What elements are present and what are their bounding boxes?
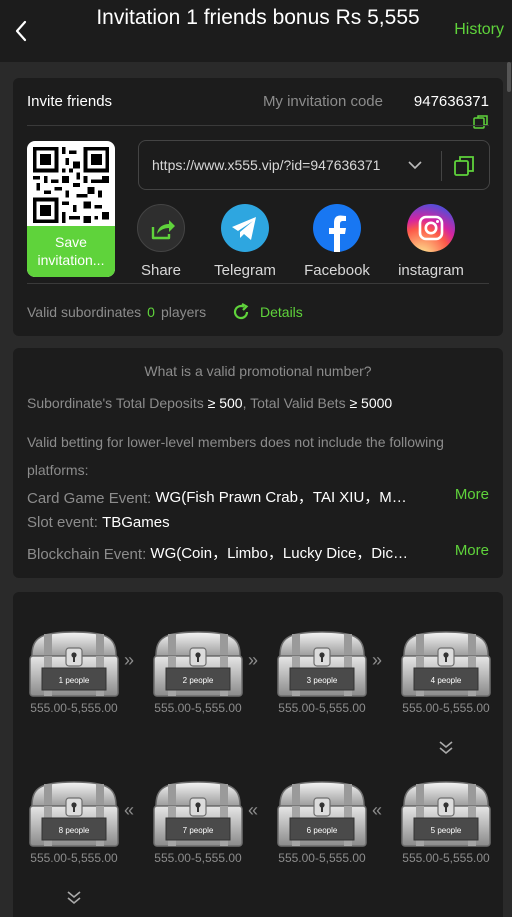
- double-chevron-right-icon: »: [248, 650, 258, 670]
- chevron-down-icon[interactable]: [407, 157, 423, 173]
- more-link[interactable]: More: [455, 486, 489, 503]
- invite-card: Invite friends My invitation code 947636…: [13, 78, 503, 336]
- deposits-value: ≥ 500: [207, 395, 243, 411]
- share-label: Share: [140, 262, 182, 279]
- refresh-icon[interactable]: [231, 302, 251, 322]
- history-link[interactable]: History: [454, 21, 504, 39]
- facebook-button[interactable]: Facebook: [297, 204, 377, 279]
- event-value: WG(Coin，Limbo，Lucky Dice，Dic…: [150, 545, 408, 562]
- chest-people-label: 3 people: [307, 676, 338, 685]
- treasure-chest-icon: 6 people: [277, 781, 367, 847]
- chest-people-label: 1 people: [59, 676, 90, 685]
- treasure-chest-icon: 8 people: [29, 781, 119, 847]
- chest-amount: 555.00-5,555.00: [278, 851, 366, 865]
- chest-reward-7[interactable]: 7 people 555.00-5,555.00: [150, 774, 246, 865]
- treasure-chest-icon: 3 people: [277, 631, 367, 697]
- instagram-icon: [407, 204, 455, 252]
- treasure-chest-icon: 4 people: [401, 631, 491, 697]
- rules-card: What is a valid promotional number? Subo…: [13, 348, 503, 578]
- chest-reward-1[interactable]: 1 people 555.00-5,555.00: [26, 624, 122, 715]
- chest-people-label: 2 people: [183, 676, 214, 685]
- chest-reward-8[interactable]: 8 people 555.00-5,555.00: [26, 774, 122, 865]
- valid-subordinates: Valid subordinates 0 players: [27, 304, 206, 320]
- invite-friends-label: Invite friends: [27, 93, 113, 110]
- bets-label: Total Valid Bets: [250, 395, 346, 411]
- instagram-label: instagram: [398, 262, 464, 279]
- valid-criteria: Subordinate's Total Deposits ≥ 500, Tota…: [27, 395, 393, 411]
- double-chevron-left-icon: «: [124, 800, 134, 820]
- details-link[interactable]: Details: [260, 304, 303, 320]
- chest-people-label: 8 people: [59, 826, 90, 835]
- chest-amount: 555.00-5,555.00: [30, 701, 118, 715]
- page-title: Invitation 1 friends bonus Rs 5,555: [96, 6, 420, 29]
- chest-amount: 555.00-5,555.00: [402, 851, 490, 865]
- chest-people-label: 5 people: [431, 826, 462, 835]
- chest-rewards-card: 1 people 555.00-5,555.00 » 2 people 555.…: [13, 592, 503, 917]
- treasure-chest-icon: 1 people: [29, 631, 119, 697]
- facebook-icon: [313, 204, 361, 252]
- valid-subordinates-unit: players: [160, 304, 207, 320]
- invitation-code-label: My invitation code: [262, 93, 383, 110]
- treasure-chest-icon: 5 people: [401, 781, 491, 847]
- event-label: Blockchain Event:: [27, 546, 147, 563]
- chest-reward-6[interactable]: 6 people 555.00-5,555.00: [274, 774, 370, 865]
- treasure-chest-icon: 2 people: [153, 631, 243, 697]
- telegram-icon: [221, 204, 269, 252]
- deposits-label: Subordinate's Total Deposits: [27, 395, 204, 411]
- chest-amount: 555.00-5,555.00: [278, 701, 366, 715]
- double-chevron-down-icon: [67, 891, 81, 905]
- slot-event: Slot event: TBGames: [27, 514, 170, 531]
- facebook-label: Facebook: [304, 262, 370, 279]
- chest-reward-3[interactable]: 3 people 555.00-5,555.00: [274, 624, 370, 715]
- divider: [27, 125, 489, 126]
- chevron-left-icon[interactable]: [10, 18, 34, 44]
- chest-reward-2[interactable]: 2 people 555.00-5,555.00: [150, 624, 246, 715]
- chest-people-label: 4 people: [431, 676, 462, 685]
- chest-people-label: 7 people: [183, 826, 214, 835]
- invite-link-text: https://www.x555.vip/?id=947636371: [152, 157, 381, 173]
- more-link[interactable]: More: [455, 542, 489, 559]
- blockchain-event: Blockchain Event: WG(Coin，Limbo，Lucky Di…: [27, 542, 408, 563]
- save-invitation-button[interactable]: Save invitation...: [27, 226, 115, 277]
- bets-value: ≥ 5000: [349, 395, 393, 411]
- valid-number-question: What is a valid promotional number?: [144, 363, 372, 379]
- double-chevron-left-icon: «: [248, 800, 258, 820]
- event-value: WG(Fish Prawn Crab，TAI XIU，M…: [155, 489, 407, 506]
- double-chevron-left-icon: «: [372, 800, 382, 820]
- double-chevron-right-icon: »: [124, 650, 134, 670]
- header-bar: Invitation 1 friends bonus Rs 5,555 Hist…: [0, 0, 512, 62]
- telegram-label: Telegram: [214, 262, 276, 279]
- double-chevron-right-icon: »: [372, 650, 382, 670]
- copy-icon[interactable]: [453, 155, 475, 177]
- qr-code-image: [33, 147, 109, 223]
- share-button[interactable]: Share: [121, 204, 201, 279]
- card-game-event: Card Game Event: WG(Fish Prawn Crab，TAI …: [27, 486, 407, 507]
- telegram-button[interactable]: Telegram: [205, 204, 285, 279]
- invite-link-field[interactable]: https://www.x555.vip/?id=947636371: [138, 140, 490, 190]
- event-value: TBGames: [102, 514, 170, 531]
- scrollbar-track[interactable]: [506, 62, 512, 917]
- copy-icon[interactable]: [473, 114, 489, 130]
- scrollbar-thumb[interactable]: [507, 62, 511, 92]
- chest-people-label: 6 people: [307, 826, 338, 835]
- qr-code-box: Save invitation...: [27, 141, 115, 277]
- double-chevron-down-icon: [439, 741, 453, 755]
- treasure-chest-icon: 7 people: [153, 781, 243, 847]
- share-icon: [137, 204, 185, 252]
- valid-subordinates-count: 0: [147, 304, 155, 320]
- invitation-code-value: 947636371: [413, 93, 489, 110]
- valid-subordinates-label: Valid subordinates: [27, 304, 142, 320]
- chest-amount: 555.00-5,555.00: [402, 701, 490, 715]
- instagram-button[interactable]: instagram: [391, 204, 471, 279]
- chest-reward-4[interactable]: 4 people 555.00-5,555.00: [398, 624, 494, 715]
- divider: [441, 151, 442, 181]
- chest-reward-5[interactable]: 5 people 555.00-5,555.00: [398, 774, 494, 865]
- chest-amount: 555.00-5,555.00: [30, 851, 118, 865]
- chest-amount: 555.00-5,555.00: [154, 701, 242, 715]
- chest-amount: 555.00-5,555.00: [154, 851, 242, 865]
- event-label: Card Game Event:: [27, 490, 152, 507]
- event-label: Slot event:: [27, 514, 98, 531]
- divider: [27, 283, 489, 284]
- exclusion-note: Valid betting for lower-level members do…: [27, 434, 444, 478]
